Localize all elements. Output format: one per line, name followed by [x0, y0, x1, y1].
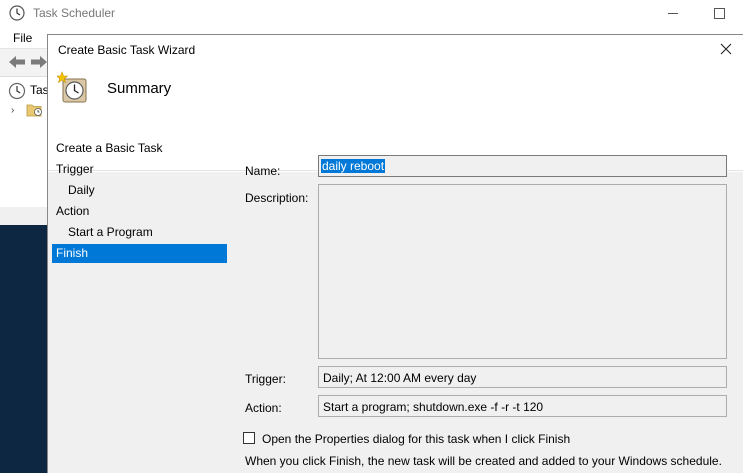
- maximize-button[interactable]: [706, 2, 734, 24]
- trigger-value: Daily; At 12:00 AM every day: [323, 371, 477, 385]
- nav-start-a-program[interactable]: Start a Program: [68, 225, 153, 239]
- action-value: Start a program; shutdown.exe -f -r -t 1…: [323, 400, 544, 414]
- nav-finish-label: Finish: [56, 246, 89, 260]
- wizard-page-title: Summary: [107, 80, 172, 97]
- forward-arrow-icon[interactable]: [30, 55, 48, 72]
- wizard-title-bar: Create Basic Task Wizard: [48, 35, 743, 65]
- background-window-title: Task Scheduler: [33, 6, 116, 20]
- description-field[interactable]: [318, 184, 727, 359]
- nav-daily[interactable]: Daily: [68, 183, 95, 197]
- name-label: Name:: [245, 164, 281, 178]
- task-scheduler-clock-icon: [9, 5, 25, 21]
- desktop-background: [0, 225, 49, 473]
- background-status-area: [0, 207, 49, 225]
- finish-info-text: When you click Finish, the new task will…: [245, 454, 722, 468]
- back-arrow-icon[interactable]: [8, 55, 26, 72]
- trigger-field: Daily; At 12:00 AM every day: [318, 366, 727, 388]
- name-field[interactable]: daily reboot: [318, 155, 727, 177]
- nav-finish-selected[interactable]: Finish: [52, 244, 227, 263]
- action-label: Action:: [245, 401, 282, 415]
- tree-item-task-scheduler[interactable]: Tas: [30, 83, 49, 97]
- folder-clock-icon[interactable]: [26, 103, 44, 120]
- nav-create-basic-task[interactable]: Create a Basic Task: [56, 141, 163, 155]
- chevron-right-icon[interactable]: ›: [11, 105, 14, 116]
- task-wizard-clock-icon: [55, 70, 89, 107]
- name-value-selected: daily reboot: [321, 159, 386, 173]
- menu-file[interactable]: File: [13, 31, 32, 45]
- nav-action[interactable]: Action: [56, 204, 89, 218]
- create-basic-task-wizard: Create Basic Task Wizard Summary Create …: [47, 34, 743, 473]
- wizard-title: Create Basic Task Wizard: [58, 43, 196, 57]
- nav-trigger[interactable]: Trigger: [56, 162, 94, 176]
- description-label: Description:: [245, 191, 309, 205]
- action-field: Start a program; shutdown.exe -f -r -t 1…: [318, 395, 727, 417]
- minimize-button[interactable]: [660, 2, 688, 24]
- open-properties-label[interactable]: Open the Properties dialog for this task…: [262, 432, 570, 446]
- open-properties-checkbox[interactable]: [243, 432, 255, 444]
- close-icon[interactable]: [716, 39, 736, 59]
- trigger-label: Trigger:: [245, 372, 286, 386]
- task-scheduler-tree-icon[interactable]: [8, 82, 26, 103]
